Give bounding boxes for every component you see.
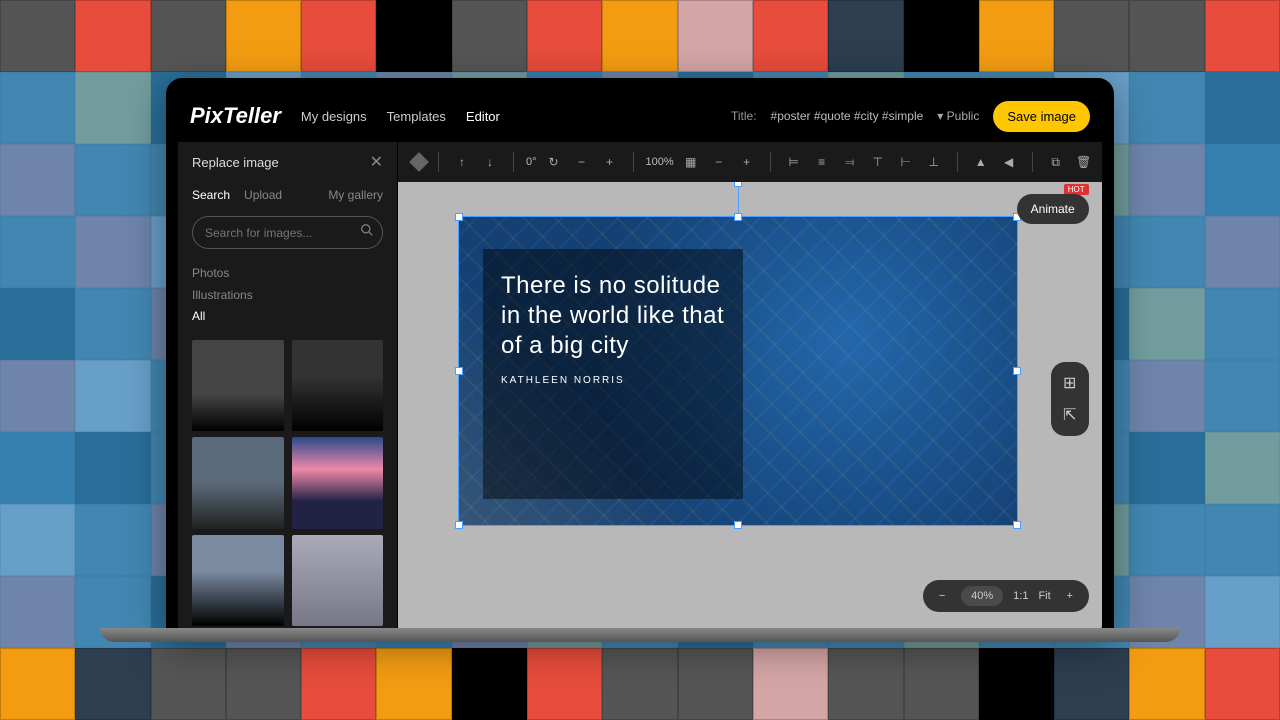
author-text[interactable]: KATHLEEN NORRIS bbox=[501, 375, 725, 386]
tab-upload[interactable]: Upload bbox=[244, 188, 282, 202]
rotate-icon[interactable]: ↻ bbox=[543, 151, 565, 173]
filter-photos[interactable]: Photos bbox=[192, 263, 383, 285]
resize-handle[interactable] bbox=[734, 213, 742, 221]
brand-logo[interactable]: PixTeller bbox=[190, 103, 281, 129]
side-tools: ⊞ ⇱ bbox=[1051, 362, 1089, 436]
main-area: Replace image ✕ Search Upload My gallery… bbox=[178, 142, 1102, 630]
sidebar: Replace image ✕ Search Upload My gallery… bbox=[178, 142, 398, 630]
image-grid bbox=[178, 334, 397, 630]
align-bottom-icon[interactable]: ⊥ bbox=[923, 151, 945, 173]
canvas[interactable]: There is no solitude in the world like t… bbox=[398, 182, 1102, 630]
animate-button[interactable]: Animate bbox=[1017, 194, 1089, 224]
opacity-icon[interactable]: ▦ bbox=[680, 151, 702, 173]
filter-illustrations[interactable]: Illustrations bbox=[192, 285, 383, 307]
image-thumb[interactable] bbox=[192, 340, 284, 432]
layer-down-icon[interactable]: ↓ bbox=[479, 151, 501, 173]
canvas-area: ↑ ↓ 0° ↻ − + 100% ▦ − + ⊨ ≡ ⫤ ⊤ ⊢ ⊥ ▲ ◀ … bbox=[398, 142, 1102, 630]
visibility-dropdown[interactable]: ▾ Public bbox=[937, 109, 979, 123]
search-box[interactable] bbox=[192, 216, 383, 249]
tab-gallery[interactable]: My gallery bbox=[328, 188, 383, 202]
rotate-line bbox=[738, 187, 739, 213]
sidebar-title: Replace image bbox=[192, 155, 279, 170]
main-nav: My designs Templates Editor bbox=[301, 109, 500, 124]
layer-up-icon[interactable]: ↑ bbox=[451, 151, 473, 173]
zoom-out-button[interactable]: − bbox=[933, 587, 951, 605]
laptop-base bbox=[100, 628, 1180, 642]
plus-icon[interactable]: + bbox=[736, 151, 758, 173]
image-thumb[interactable] bbox=[292, 340, 384, 432]
search-input[interactable] bbox=[205, 226, 360, 240]
plus-icon[interactable]: + bbox=[599, 151, 621, 173]
title-area: Title: #poster #quote #city #simple ▾ Pu… bbox=[731, 101, 1090, 132]
resize-handle[interactable] bbox=[455, 367, 463, 375]
close-icon[interactable]: ✕ bbox=[370, 152, 383, 172]
zoom-scale[interactable]: 1:1 bbox=[1013, 590, 1028, 602]
opacity-value[interactable]: 100% bbox=[646, 156, 674, 168]
rotation-value[interactable]: 0° bbox=[526, 156, 537, 168]
align-middle-icon[interactable]: ⊢ bbox=[895, 151, 917, 173]
export-icon[interactable]: ⇱ bbox=[1059, 404, 1081, 426]
duplicate-icon[interactable]: ⧉ bbox=[1045, 151, 1067, 173]
title-label: Title: bbox=[731, 109, 757, 123]
flip-v-icon[interactable]: ◀ bbox=[998, 151, 1020, 173]
filter-list: Photos Illustrations All bbox=[178, 257, 397, 334]
align-center-icon[interactable]: ≡ bbox=[811, 151, 833, 173]
sidebar-tabs: Search Upload My gallery bbox=[178, 182, 397, 208]
search-icon[interactable] bbox=[360, 223, 374, 242]
image-thumb[interactable] bbox=[192, 535, 284, 627]
resize-handle[interactable] bbox=[455, 521, 463, 529]
minus-icon[interactable]: − bbox=[571, 151, 593, 173]
quote-text[interactable]: There is no solitude in the world like t… bbox=[501, 271, 725, 361]
image-thumb[interactable] bbox=[292, 535, 384, 627]
resize-handle[interactable] bbox=[455, 213, 463, 221]
design-object[interactable]: There is no solitude in the world like t… bbox=[458, 216, 1018, 526]
delete-icon[interactable]: 🗑 bbox=[1073, 151, 1095, 173]
image-thumb[interactable] bbox=[192, 437, 284, 529]
nav-my-designs[interactable]: My designs bbox=[301, 109, 367, 124]
align-top-icon[interactable]: ⊤ bbox=[867, 151, 889, 173]
top-bar: PixTeller My designs Templates Editor Ti… bbox=[178, 90, 1102, 142]
tab-search[interactable]: Search bbox=[192, 188, 230, 202]
toolbar: ↑ ↓ 0° ↻ − + 100% ▦ − + ⊨ ≡ ⫤ ⊤ ⊢ ⊥ ▲ ◀ … bbox=[398, 142, 1102, 182]
resize-handle[interactable] bbox=[734, 521, 742, 529]
resize-handle[interactable] bbox=[1013, 521, 1021, 529]
shape-icon[interactable] bbox=[409, 152, 429, 172]
align-left-icon[interactable]: ⊨ bbox=[783, 151, 805, 173]
zoom-value[interactable]: 40% bbox=[961, 586, 1003, 606]
zoom-bar: − 40% 1:1 Fit + bbox=[923, 580, 1089, 612]
sidebar-header: Replace image ✕ bbox=[178, 142, 397, 182]
text-overlay[interactable]: There is no solitude in the world like t… bbox=[483, 249, 743, 499]
nav-templates[interactable]: Templates bbox=[387, 109, 446, 124]
nav-editor[interactable]: Editor bbox=[466, 109, 500, 124]
add-layer-icon[interactable]: ⊞ bbox=[1059, 372, 1081, 394]
resize-handle[interactable] bbox=[1013, 367, 1021, 375]
rotate-handle[interactable] bbox=[734, 182, 742, 187]
laptop-frame: PixTeller My designs Templates Editor Ti… bbox=[166, 78, 1114, 636]
flip-h-icon[interactable]: ▲ bbox=[970, 151, 992, 173]
minus-icon[interactable]: − bbox=[708, 151, 730, 173]
zoom-fit-button[interactable]: Fit bbox=[1038, 590, 1050, 602]
filter-all[interactable]: All bbox=[192, 306, 383, 328]
image-thumb[interactable] bbox=[292, 437, 384, 529]
save-button[interactable]: Save image bbox=[993, 101, 1090, 132]
align-right-icon[interactable]: ⫤ bbox=[839, 151, 861, 173]
zoom-in-button[interactable]: + bbox=[1061, 587, 1079, 605]
title-value[interactable]: #poster #quote #city #simple bbox=[771, 109, 924, 123]
app-screen: PixTeller My designs Templates Editor Ti… bbox=[178, 90, 1102, 630]
